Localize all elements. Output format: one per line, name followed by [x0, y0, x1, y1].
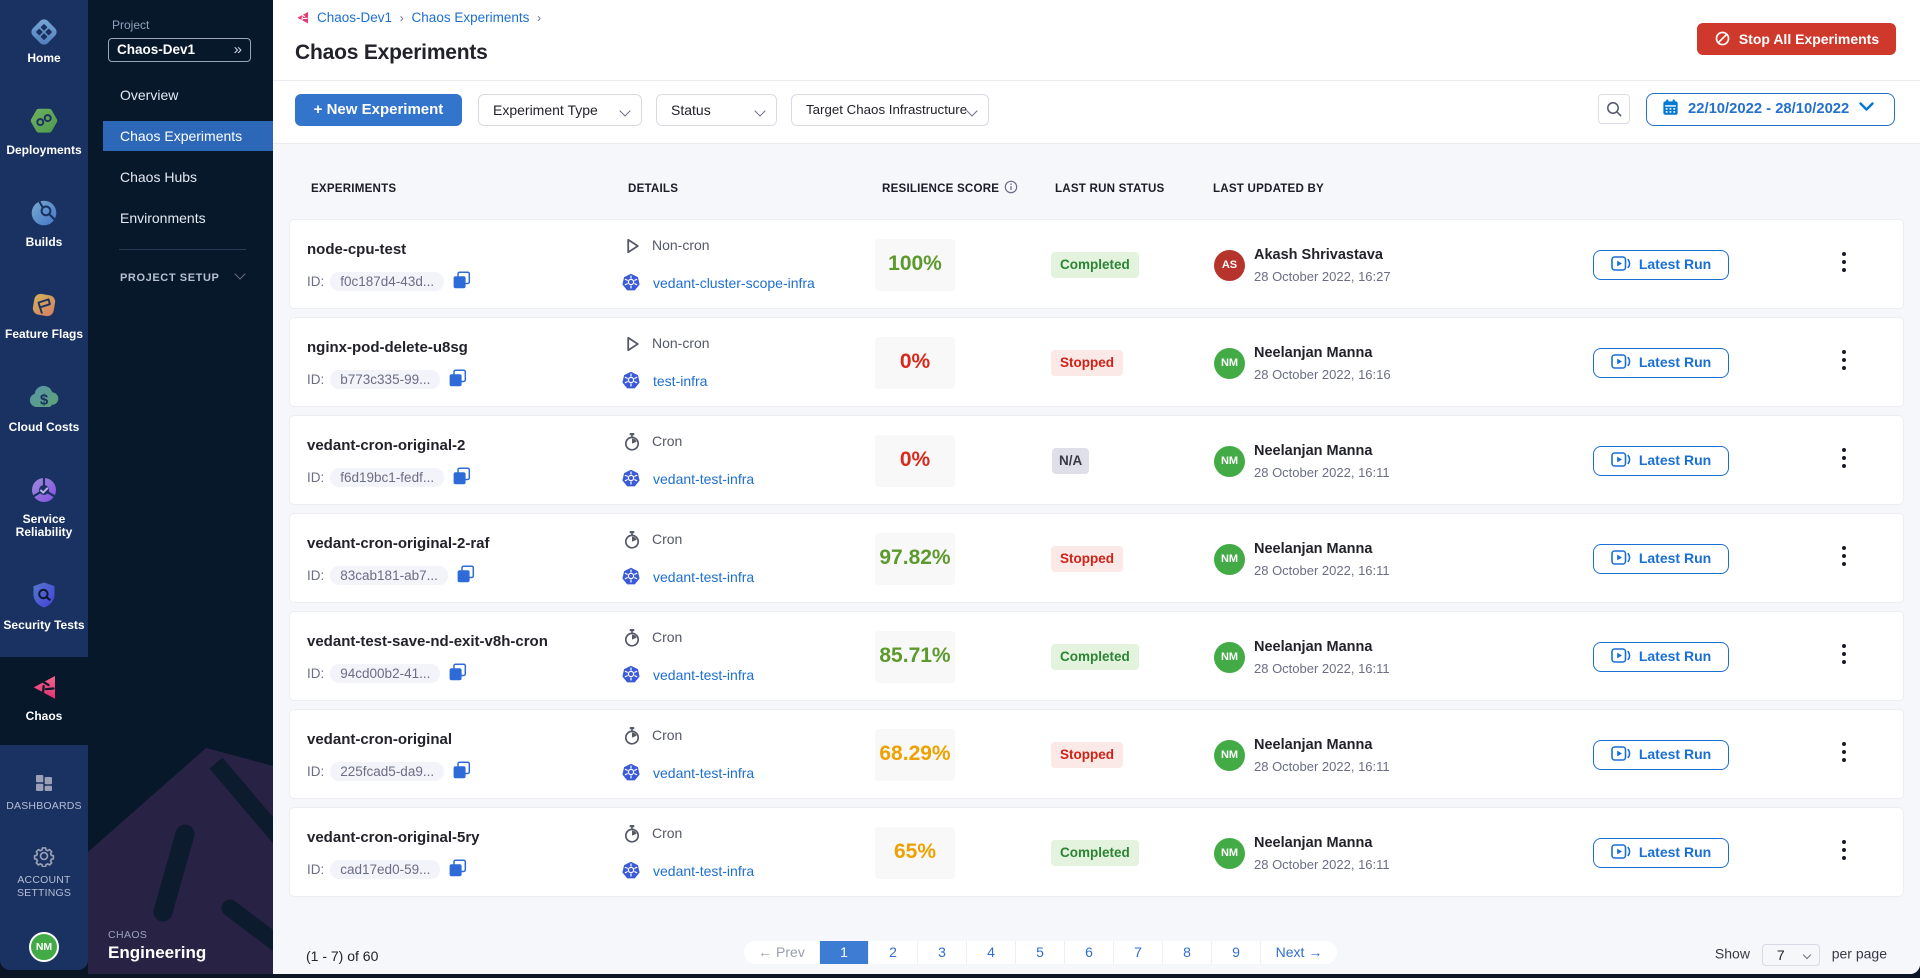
svg-text:$: $	[40, 392, 49, 409]
